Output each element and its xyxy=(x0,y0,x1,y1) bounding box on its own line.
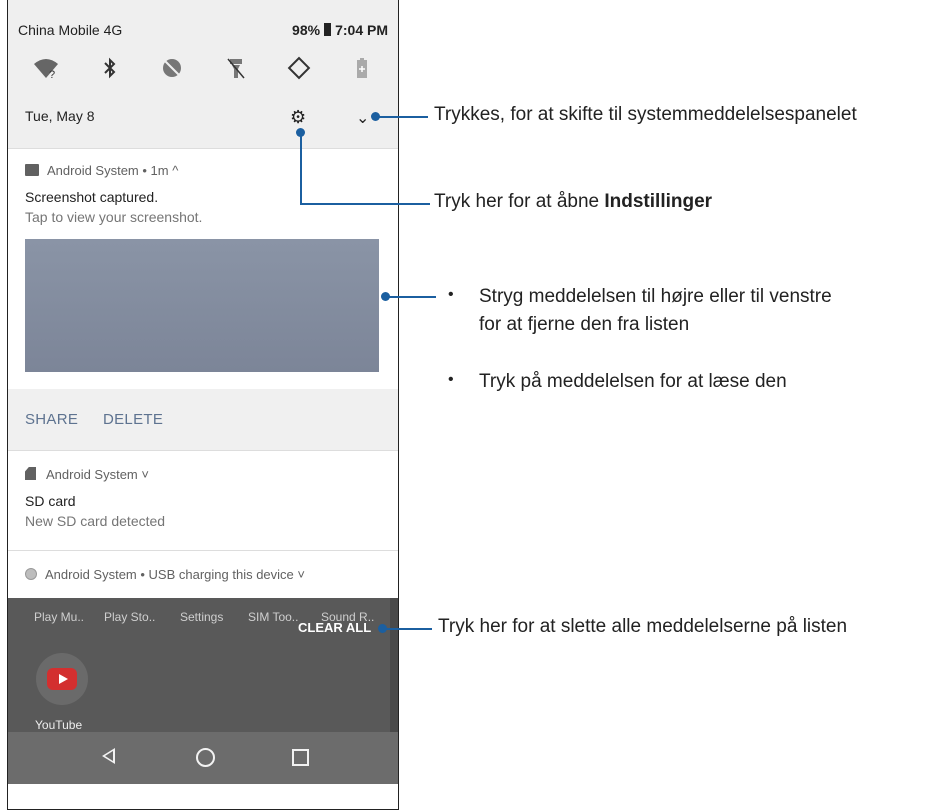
bullet-mark: • xyxy=(448,371,454,388)
share-button[interactable]: SHARE xyxy=(25,411,78,428)
flashlight-icon[interactable] xyxy=(222,54,250,82)
gear-icon[interactable]: ⚙ xyxy=(290,107,306,128)
do-not-disturb-icon[interactable] xyxy=(158,54,186,82)
callout-settings-bold: Indstillinger xyxy=(604,191,713,212)
callout-clear-text: Tryk her for at slette alle meddelelsern… xyxy=(438,616,848,637)
svg-text:?: ? xyxy=(49,69,55,79)
notification-app-line: Android System • 1m ^ xyxy=(25,163,178,178)
wifi-icon[interactable]: ? xyxy=(32,54,60,82)
recent-app-label[interactable]: SIM Too.. xyxy=(248,610,298,624)
callout-line xyxy=(300,132,302,205)
callout-swipe-line1: Stryg meddelelsen til højre eller til ve… xyxy=(479,286,832,307)
back-icon[interactable] xyxy=(102,748,115,764)
status-right: 98% 7:04 PM xyxy=(292,22,388,38)
notification-app-line: Android System ˅ xyxy=(25,467,149,482)
navigation-bar xyxy=(8,732,398,784)
date-row: Tue, May 8 ⚙ ⌄ xyxy=(8,104,398,134)
callout-line xyxy=(300,203,430,205)
play-icon xyxy=(59,674,68,684)
screenshot-preview[interactable] xyxy=(25,239,379,372)
notification-title: Screenshot captured. xyxy=(25,189,159,205)
notification-text: New SD card detected xyxy=(25,513,166,529)
notification-text: Tap to view your screenshot. xyxy=(25,209,203,225)
usb-charging-notification[interactable]: Android System • USB charging this devic… xyxy=(8,550,398,599)
battery-icon xyxy=(324,23,332,36)
date-label: Tue, May 8 xyxy=(25,108,95,124)
callout-settings-text: Tryk her for at åbne Indstillinger xyxy=(434,191,712,213)
callout-expand-text: Trykkes, for at skifte til systemmeddele… xyxy=(434,104,857,125)
recents-icon[interactable] xyxy=(292,749,309,766)
recent-apps: Play Mu.. Play Sto.. Settings SIM Too.. … xyxy=(8,598,398,732)
notification-app-line: Android System • USB charging this devic… xyxy=(25,567,305,582)
auto-rotate-icon[interactable] xyxy=(285,54,313,82)
home-icon[interactable] xyxy=(196,748,215,767)
recent-app-label[interactable]: Settings xyxy=(180,610,223,624)
notification-title: SD card xyxy=(25,493,76,509)
bullet-mark: • xyxy=(448,286,454,303)
callout-settings-prefix: Tryk her for at åbne xyxy=(434,191,605,212)
carrier-label: China Mobile 4G xyxy=(18,22,123,38)
clear-all-button[interactable]: CLEAR ALL xyxy=(298,620,371,635)
youtube-app-icon[interactable] xyxy=(36,653,88,705)
image-icon xyxy=(25,164,39,176)
delete-button[interactable]: DELETE xyxy=(103,411,163,428)
sd-card-notification[interactable]: Android System ˅ SD card New SD card det… xyxy=(8,450,398,551)
scrollbar[interactable] xyxy=(390,598,398,732)
callout-line xyxy=(384,628,432,630)
screenshot-notification[interactable]: Android System • 1m ^ Screenshot capture… xyxy=(8,148,398,451)
recent-app-label[interactable]: Play Sto.. xyxy=(104,610,155,624)
battery-saver-icon[interactable] xyxy=(348,54,376,82)
status-bar: China Mobile 4G 98% 7:04 PM xyxy=(8,0,398,40)
recent-app-label[interactable]: Play Mu.. xyxy=(34,610,84,624)
callout-tap-text: Tryk på meddelelsen for at læse den xyxy=(479,371,787,392)
youtube-logo xyxy=(47,668,77,690)
callout-line xyxy=(388,296,436,298)
youtube-label: YouTube xyxy=(35,718,83,732)
notification-actions: SHARE DELETE xyxy=(8,389,398,451)
phone-screen: China Mobile 4G 98% 7:04 PM ? Tue, May 8 … xyxy=(7,0,399,810)
android-system-icon xyxy=(25,568,37,580)
sd-card-icon xyxy=(25,467,36,480)
battery-percent: 98% xyxy=(292,22,321,38)
quick-settings-row: ? xyxy=(8,54,398,84)
callout-line xyxy=(378,116,428,118)
chevron-down-icon[interactable]: ⌄ xyxy=(356,108,369,128)
clock: 7:04 PM xyxy=(335,22,388,38)
callout-swipe-line2: for at fjerne den fra listen xyxy=(479,314,690,335)
bluetooth-icon[interactable] xyxy=(96,54,124,82)
